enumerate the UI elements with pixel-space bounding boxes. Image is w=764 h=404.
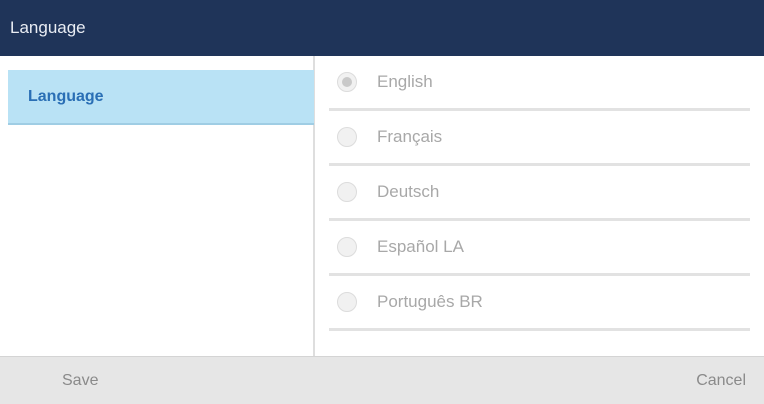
- title-bar: Language: [0, 0, 764, 56]
- radio-unselected-icon[interactable]: [337, 292, 357, 312]
- sidebar: Language: [0, 56, 315, 356]
- radio-unselected-icon[interactable]: [337, 182, 357, 202]
- language-option-portugues-br[interactable]: Português BR: [329, 276, 750, 331]
- option-label: Deutsch: [377, 182, 440, 201]
- content-area: Language English Français Deutsch Españo…: [0, 56, 764, 356]
- radio-unselected-icon[interactable]: [337, 237, 357, 257]
- radio-selected-icon[interactable]: [337, 72, 357, 92]
- language-options-list: English Français Deutsch Español LA Port…: [315, 56, 764, 356]
- save-button[interactable]: Save: [62, 372, 98, 390]
- radio-unselected-icon[interactable]: [337, 127, 357, 147]
- sidebar-item-language[interactable]: Language: [8, 70, 314, 125]
- cancel-button[interactable]: Cancel: [696, 372, 746, 390]
- option-label: Português BR: [377, 292, 483, 311]
- option-label: Français: [377, 127, 443, 146]
- language-settings-window: Language Language English Français Deuts…: [0, 0, 764, 404]
- option-label: English: [377, 72, 433, 91]
- language-option-english[interactable]: English: [329, 56, 750, 111]
- language-option-espanol-la[interactable]: Español LA: [329, 221, 750, 276]
- sidebar-item-label: Language: [28, 87, 104, 105]
- softkey-bar: Save Cancel: [0, 356, 764, 404]
- language-option-francais[interactable]: Français: [329, 111, 750, 166]
- window-title: Language: [10, 18, 86, 37]
- option-label: Español LA: [377, 237, 464, 256]
- language-option-deutsch[interactable]: Deutsch: [329, 166, 750, 221]
